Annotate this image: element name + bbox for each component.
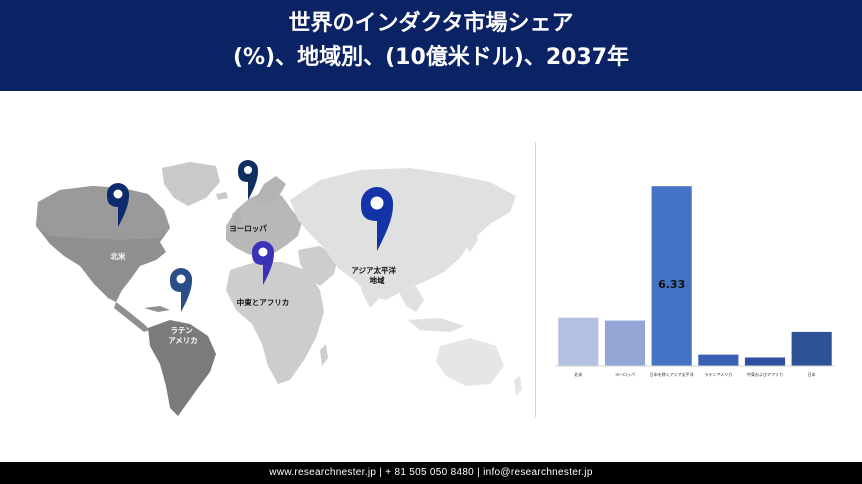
europe-pin-icon (238, 160, 258, 200)
bar-chart: 北米 ヨーロッパ 日本を除くアジア太平洋 6.33 ラテンアメリカ 中東およびアフリカ 日本 (545, 150, 845, 390)
category-label-0: 北米 (574, 371, 582, 377)
category-label-3: ラテンアメリカ (704, 371, 732, 377)
bar-5 (791, 331, 832, 366)
world-map: 北米 ヨーロッパ アジア太平洋 地域 中東とアフリカ ラテン アメリカ (20, 140, 525, 430)
bar-1 (604, 320, 646, 366)
bar-3 (698, 354, 739, 366)
data-label-2: 6.33 (658, 278, 685, 291)
caribbean-shape (144, 306, 170, 312)
region-label-latin-america: ラテン アメリカ (168, 326, 198, 345)
greenland-shape (162, 162, 220, 206)
footer-contact-text: www.researchnester.jp | + 81 505 050 848… (269, 467, 593, 478)
category-label-1: ヨーロッパ (615, 372, 635, 377)
region-label-north-america: 北米 (111, 251, 126, 261)
footer-contact-bar: www.researchnester.jp | + 81 505 050 848… (0, 462, 862, 484)
region-label-asia-pacific-line2: 地域 (370, 275, 385, 285)
madagascar-shape (320, 344, 328, 366)
bar-4 (744, 357, 786, 366)
region-label-latin-america-line1: ラテン (170, 326, 193, 335)
southeast-asia-shape (398, 286, 424, 312)
world-map-svg: 北米 ヨーロッパ アジア太平洋 地域 中東とアフリカ ラテン アメリカ (36, 160, 522, 416)
bar-2 (651, 186, 692, 366)
central-america-shape (114, 302, 150, 332)
bar-0 (558, 317, 599, 366)
region-label-europe: ヨーロッパ (229, 223, 267, 233)
title-line-2: (%)、地域別、(10億米ドル)、2037年 (232, 45, 630, 70)
header-banner: 世界のインダクタ市場シェア (%)、地域別、(10億米ドル)、2037年 (0, 0, 862, 91)
australia-shape (436, 338, 504, 386)
category-label-2: 日本を除くアジア太平洋 (650, 371, 694, 377)
category-label-4: 中東およびアフリカ (747, 371, 783, 377)
category-label-5: 日本 (808, 371, 816, 377)
latin-america-pin-icon (170, 268, 192, 312)
iceland-shape (216, 192, 228, 200)
canada-shape (36, 186, 170, 240)
indonesia-shape (408, 318, 464, 332)
section-divider (535, 142, 536, 417)
region-label-asia-pacific-line1: アジア太平洋 (351, 265, 396, 275)
new-zealand-shape (514, 376, 522, 396)
africa-shape (226, 262, 324, 384)
region-label-latin-america-line2: アメリカ (168, 336, 198, 345)
region-label-middle-east-africa: 中東とアフリカ (237, 297, 290, 307)
bar-chart-svg: 北米 ヨーロッパ 日本を除くアジア太平洋 6.33 ラテンアメリカ 中東およびアフリカ 日本 (555, 186, 835, 377)
title-line-1: 世界のインダクタ市場シェア (288, 11, 574, 36)
